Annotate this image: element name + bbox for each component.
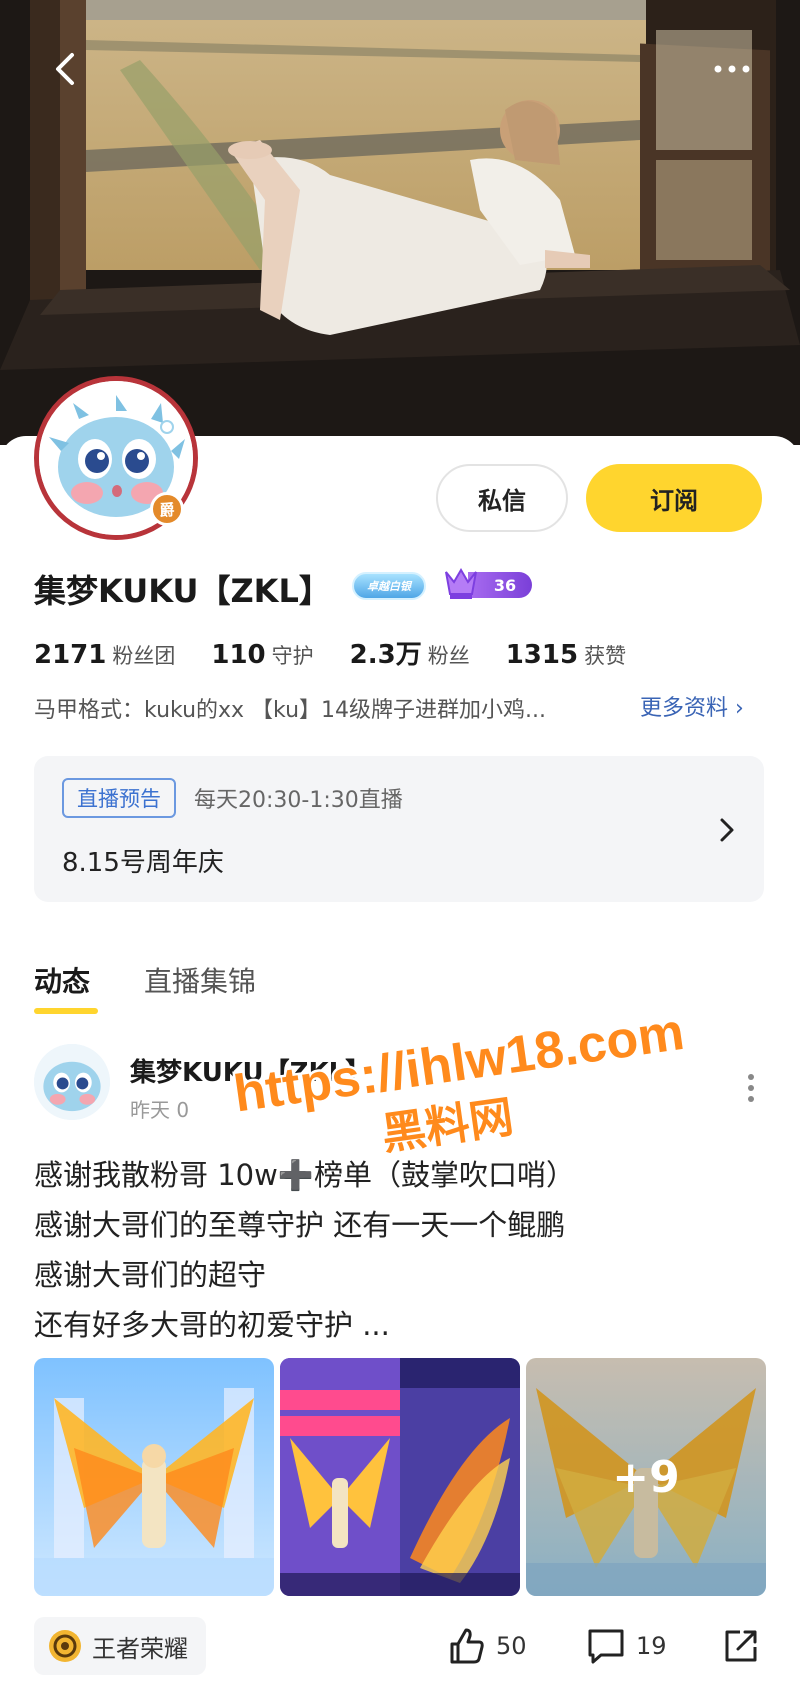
chevron-left-icon <box>56 53 74 85</box>
post-text-line: 感谢大哥们的超守 <box>34 1258 267 1292</box>
stat-label: 守护 <box>271 644 314 668</box>
share-button[interactable] <box>722 1620 760 1672</box>
subscribe-button[interactable]: 订阅 <box>586 464 762 532</box>
stat-value: 110 <box>211 640 266 670</box>
thumbs-up-icon <box>450 1628 484 1664</box>
live-schedule: 每天20:30-1:30直播 <box>194 788 403 813</box>
more-vertical-icon <box>748 1074 754 1102</box>
stat-likes[interactable]: 1315 获赞 <box>506 640 626 670</box>
post-author-avatar[interactable] <box>34 1044 110 1120</box>
like-button[interactable]: 50 <box>446 1620 527 1672</box>
stat-followers[interactable]: 2.3万 粉丝 <box>350 634 470 671</box>
more-options-button[interactable] <box>700 44 764 94</box>
stat-value: 2171 <box>34 640 107 670</box>
profile-name: 集梦KUKU【ZKL】 <box>34 572 331 610</box>
live-notice-title: 8.15号周年庆 <box>62 848 224 878</box>
like-count: 50 <box>496 1632 527 1660</box>
profile-tabs: 动态 直播集锦 <box>34 960 310 1020</box>
crown-wing-icon <box>445 568 477 599</box>
post-time: 昨天 0 <box>130 1098 190 1122</box>
tab-label: 动态 <box>34 965 91 998</box>
comment-icon <box>588 1629 624 1664</box>
game-tag[interactable]: 王者荣耀 <box>34 1617 206 1675</box>
post-text-line: 还有好多大哥的初爱守护 ... <box>34 1308 390 1342</box>
tab-live-highlights[interactable]: 直播集锦 <box>144 960 256 1020</box>
more-info-link[interactable]: 更多资料 › <box>640 690 744 722</box>
live-notice-card[interactable]: 直播预告 每天20:30-1:30直播 8.15号周年庆 <box>34 756 764 902</box>
live-notice-tag: 直播预告 <box>62 778 176 818</box>
post-text-line: 感谢大哥们的至尊守护 还有一天一个鲲鹏 <box>34 1208 566 1242</box>
stat-label: 粉丝 <box>427 644 470 668</box>
post-text-line: 感谢我散粉哥 10w➕榜单（鼓掌吹口哨） <box>34 1158 575 1192</box>
comment-count: 19 <box>636 1632 667 1660</box>
post-more-button[interactable] <box>736 1068 766 1108</box>
back-button[interactable] <box>40 44 90 94</box>
more-images-count: +9 <box>526 1358 766 1596</box>
more-horizontal-icon <box>714 65 750 73</box>
stat-fans-club[interactable]: 2171 粉丝团 <box>34 640 175 670</box>
message-button[interactable]: 私信 <box>436 464 568 532</box>
game-logo-icon <box>49 1630 81 1662</box>
post-content[interactable]: 感谢我散粉哥 10w➕榜单（鼓掌吹口哨） 感谢大哥们的至尊守护 还有一天一个鲲鹏… <box>34 1150 774 1350</box>
post-image[interactable] <box>34 1358 274 1596</box>
tab-active-indicator <box>34 1008 98 1014</box>
stat-guardians[interactable]: 110 守护 <box>211 640 313 670</box>
post-image[interactable] <box>280 1358 520 1596</box>
level-badge[interactable]: 卓越白银 <box>352 572 426 600</box>
share-icon <box>725 1630 757 1662</box>
tab-posts[interactable]: 动态 <box>34 960 98 1020</box>
stat-value: 2.3万 <box>349 640 422 670</box>
stat-value: 1315 <box>505 640 579 670</box>
stat-label: 获赞 <box>584 644 627 668</box>
comment-button[interactable]: 19 <box>586 1620 667 1672</box>
stat-label: 粉丝团 <box>112 644 176 668</box>
tab-label: 直播集锦 <box>144 965 257 998</box>
profile-stats: 2171 粉丝团 110 守护 2.3万 粉丝 1315 获赞 <box>34 634 662 670</box>
chevron-right-icon <box>712 810 742 850</box>
game-tag-label: 王者荣耀 <box>92 1634 188 1663</box>
profile-bio: 马甲格式：kuku的xx 【ku】14级牌子进群加小鸡... <box>34 698 547 723</box>
avatar-rank-badge: 爵 <box>150 492 184 526</box>
post-image-gallery: +9 <box>34 1358 766 1596</box>
fans-club-badge[interactable]: 36 <box>442 566 532 602</box>
post-author-name[interactable]: 集梦KUKU【ZKL】 <box>130 1052 371 1089</box>
post-image[interactable]: +9 <box>526 1358 766 1596</box>
